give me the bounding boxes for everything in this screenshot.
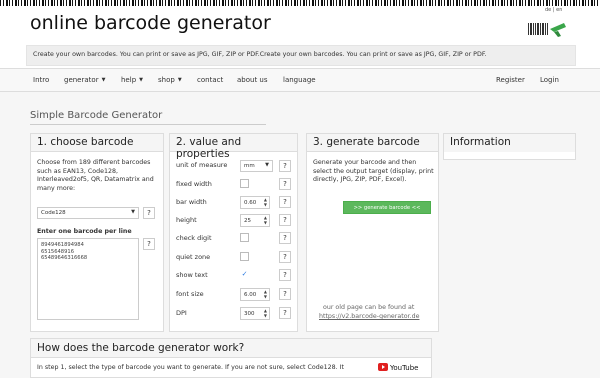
barcode-type-value: Code128 <box>41 210 66 216</box>
how-text: In step 1, select the type of barcode yo… <box>37 364 344 371</box>
nav-generator[interactable]: generator ▼ <box>64 76 105 84</box>
check-digit-checkbox[interactable] <box>240 233 249 242</box>
nav-about-us[interactable]: about us <box>237 76 268 84</box>
panel-title: 2. value and properties <box>170 134 297 160</box>
site-title: online barcode generator <box>30 12 271 34</box>
stepper-arrows-icon[interactable]: ▲ ▼ <box>264 289 267 299</box>
old-page-text: our old page can be found at <box>323 304 415 311</box>
height-input[interactable]: 25 ▲ ▼ <box>240 214 270 227</box>
panel-information: Information <box>443 133 576 160</box>
help-button-dpi[interactable]: ? <box>279 307 291 319</box>
barcode-values-textarea[interactable]: 8949461894984 6515648916 65489646316668 <box>37 238 139 320</box>
generate-barcode-button[interactable]: >> generate barcode << <box>343 201 431 214</box>
nav-intro[interactable]: Intro <box>33 76 49 84</box>
font-size-label: font size <box>176 290 204 298</box>
step1-description: Choose from 189 different barcodes such … <box>37 159 154 193</box>
help-button-height[interactable]: ? <box>279 214 291 226</box>
barcode-line: 65489646316668 <box>41 255 88 262</box>
panel-title: Information <box>444 134 575 152</box>
panel-title: 3. generate barcode <box>307 134 438 152</box>
barcode-input-label: Enter one barcode per line <box>37 228 132 235</box>
nav-language[interactable]: language <box>283 76 316 84</box>
barcode-line: 6515648916 <box>41 248 75 255</box>
nav-register[interactable]: Register <box>496 76 525 84</box>
unit-select[interactable]: mm ▼ <box>240 160 273 172</box>
dpi-input[interactable]: 300 ▲ ▼ <box>240 307 270 320</box>
youtube-link[interactable]: YouTube <box>378 363 418 373</box>
unit-label: unit of measure <box>176 161 228 169</box>
caret-down-icon: ▼ <box>101 77 106 83</box>
panel-title: 1. choose barcode <box>31 134 163 152</box>
stepper-arrows-icon[interactable]: ▲ ▼ <box>264 308 267 318</box>
font-size-input[interactable]: 6.00 ▲ ▼ <box>240 288 270 301</box>
panel-how-it-works: How does the barcode generator work? In … <box>30 338 432 378</box>
fixed-width-label: fixed width <box>176 180 212 188</box>
height-value: 25 <box>244 218 251 224</box>
help-button-unit[interactable]: ? <box>279 160 291 172</box>
barcode-line: 8949461894984 <box>41 242 84 248</box>
header: online barcode generator de | en Create … <box>0 6 600 68</box>
navbar: Intro generator ▼ help ▼ shop ▼ contact abo… <box>0 68 600 92</box>
language-switch[interactable]: de | en <box>545 7 562 13</box>
stepper-arrows-icon[interactable]: ▲ ▼ <box>264 215 267 225</box>
caret-down-icon: ▼ <box>177 77 182 83</box>
bar-width-label: bar width <box>176 198 207 206</box>
help-button-show-text[interactable]: ? <box>279 269 291 281</box>
help-button-quiet-zone[interactable]: ? <box>279 251 291 263</box>
caret-down-icon: ▼ <box>139 77 143 83</box>
stepper-arrows-icon[interactable]: ▲ ▼ <box>264 197 267 207</box>
nav-help[interactable]: help ▼ <box>121 76 143 84</box>
dpi-value: 300 <box>244 311 255 317</box>
barcode-scanner-icon <box>528 23 566 37</box>
help-button-fixed-width[interactable]: ? <box>279 178 291 190</box>
panel-title: How does the barcode generator work? <box>31 339 431 358</box>
unit-value: mm <box>244 163 255 169</box>
youtube-label: YouTube <box>390 364 419 372</box>
tagline: Create your own barcodes. You can print … <box>26 45 576 66</box>
panel-generate-barcode: 3. generate barcode Generate your barcod… <box>306 133 439 332</box>
fixed-width-checkbox[interactable] <box>240 179 249 188</box>
check-digit-label: check digit <box>176 234 212 242</box>
help-button-check-digit[interactable]: ? <box>279 232 291 244</box>
show-text-label: show text <box>176 271 208 279</box>
panel-value-properties: 2. value and properties unit of measure … <box>169 133 298 332</box>
page-heading: Simple Barcode Generator <box>30 110 163 121</box>
heading-divider <box>30 124 266 125</box>
bar-width-input[interactable]: 0.60 ▲ ▼ <box>240 196 270 209</box>
barcode-type-select[interactable]: Code128 ▼ <box>37 207 139 219</box>
quiet-zone-label: quiet zone <box>176 253 211 261</box>
old-page-link[interactable]: https://v2.barcode-generator.de <box>319 313 419 322</box>
chevron-down-icon: ▼ <box>131 209 135 215</box>
step3-description: Generate your barcode and then select th… <box>313 159 434 184</box>
font-size-value: 6.00 <box>244 292 257 298</box>
help-button-barcode-values[interactable]: ? <box>143 238 155 250</box>
nav-login[interactable]: Login <box>540 76 559 84</box>
dpi-label: DPI <box>176 309 187 317</box>
quiet-zone-checkbox[interactable] <box>240 252 249 261</box>
chevron-down-icon: ▼ <box>265 162 269 168</box>
bar-width-value: 0.60 <box>244 200 257 206</box>
main-content: Simple Barcode Generator 1. choose barco… <box>0 93 600 378</box>
nav-generator-label: generator <box>64 76 99 84</box>
nav-help-label: help <box>121 76 137 84</box>
help-button-bar-width[interactable]: ? <box>279 196 291 208</box>
nav-shop-label: shop <box>158 76 175 84</box>
show-text-checkbox[interactable]: ✓ <box>240 270 249 279</box>
help-button-font-size[interactable]: ? <box>279 288 291 300</box>
youtube-icon <box>378 363 388 371</box>
help-button-barcode-type[interactable]: ? <box>143 207 155 219</box>
panel-choose-barcode: 1. choose barcode Choose from 189 differ… <box>30 133 164 332</box>
height-label: height <box>176 216 197 224</box>
nav-contact[interactable]: contact <box>197 76 223 84</box>
nav-shop[interactable]: shop ▼ <box>158 76 182 84</box>
